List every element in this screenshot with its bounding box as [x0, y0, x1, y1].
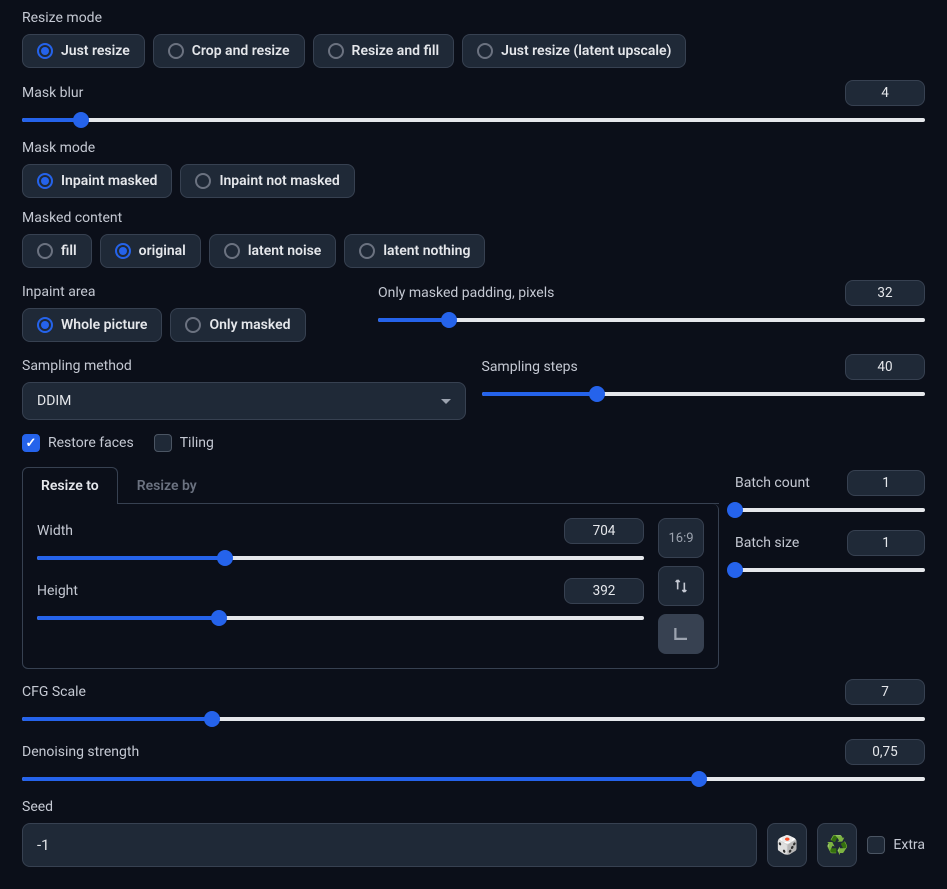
- batch-count-slider[interactable]: [735, 502, 925, 518]
- chevron-down-icon: [441, 399, 451, 404]
- mask-mode-inpaint-not-masked[interactable]: Inpaint not masked: [180, 164, 354, 198]
- masked-content-fill[interactable]: fill: [22, 234, 92, 268]
- radio-label: latent noise: [248, 243, 322, 259]
- resize-mode-latent-upscale[interactable]: Just resize (latent upscale): [462, 34, 686, 68]
- masked-content-latent-noise[interactable]: latent noise: [209, 234, 337, 268]
- radio-icon: [168, 43, 184, 59]
- denoising-label: Denoising strength: [22, 744, 139, 760]
- width-slider[interactable]: [37, 550, 644, 566]
- radio-icon: [115, 243, 131, 259]
- masked-content-label: Masked content: [22, 210, 925, 226]
- checkbox-icon: [154, 434, 172, 452]
- radio-label: latent nothing: [383, 243, 470, 259]
- radio-label: Inpaint not masked: [219, 173, 339, 189]
- inpaint-area-whole-picture[interactable]: Whole picture: [22, 308, 162, 342]
- resize-mode-resize-and-fill[interactable]: Resize and fill: [313, 34, 455, 68]
- aspect-ratio-button[interactable]: 16:9: [658, 518, 704, 558]
- radio-icon: [359, 243, 375, 259]
- random-seed-button[interactable]: 🎲: [767, 823, 807, 867]
- radio-icon: [37, 43, 53, 59]
- checkbox-label: Tiling: [180, 435, 214, 451]
- seed-input[interactable]: -1: [22, 823, 757, 867]
- checkbox-label: Extra: [893, 837, 925, 853]
- resize-mode-label: Resize mode: [22, 10, 925, 26]
- swap-icon: [673, 578, 689, 594]
- restore-faces-checkbox[interactable]: Restore faces: [22, 434, 134, 452]
- radio-icon: [37, 173, 53, 189]
- masked-content-original[interactable]: original: [100, 234, 201, 268]
- height-label: Height: [37, 583, 78, 599]
- batch-count-label: Batch count: [735, 475, 810, 491]
- radio-icon: [37, 317, 53, 333]
- cfg-scale-slider[interactable]: [22, 711, 925, 727]
- sampling-method-value: DDIM: [37, 393, 71, 409]
- height-slider[interactable]: [37, 610, 644, 626]
- radio-icon: [477, 43, 493, 59]
- radio-icon: [195, 173, 211, 189]
- radio-label: Crop and resize: [192, 43, 290, 59]
- height-value[interactable]: 392: [564, 578, 644, 604]
- recycle-icon: ♻️: [826, 835, 848, 856]
- sampling-steps-slider[interactable]: [482, 386, 926, 402]
- seed-label: Seed: [22, 799, 925, 815]
- resize-mode-just-resize[interactable]: Just resize: [22, 34, 145, 68]
- sampling-steps-label: Sampling steps: [482, 359, 578, 375]
- sampling-steps-value[interactable]: 40: [845, 354, 925, 380]
- checkbox-label: Restore faces: [48, 435, 134, 451]
- radio-label: Just resize: [61, 43, 130, 59]
- checkbox-icon: [22, 434, 40, 452]
- radio-label: original: [139, 243, 186, 259]
- inpaint-area-only-masked[interactable]: Only masked: [170, 308, 305, 342]
- sampling-method-label: Sampling method: [22, 358, 466, 374]
- radio-icon: [185, 317, 201, 333]
- masked-content-latent-nothing[interactable]: latent nothing: [344, 234, 485, 268]
- cfg-scale-label: CFG Scale: [22, 684, 86, 700]
- radio-icon: [224, 243, 240, 259]
- radio-icon: [37, 243, 53, 259]
- dice-icon: 🎲: [776, 835, 798, 856]
- inpaint-area-group: Whole picture Only masked: [22, 308, 362, 342]
- mask-blur-label: Mask blur: [22, 85, 83, 101]
- batch-count-value[interactable]: 1: [847, 470, 925, 496]
- mask-blur-value[interactable]: 4: [845, 80, 925, 106]
- resize-tabs: Resize to Resize by: [22, 466, 719, 504]
- sampling-method-select[interactable]: DDIM: [22, 382, 466, 420]
- swap-dimensions-button[interactable]: [658, 566, 704, 606]
- batch-size-label: Batch size: [735, 535, 799, 551]
- radio-label: Just resize (latent upscale): [501, 43, 671, 59]
- tab-resize-by[interactable]: Resize by: [118, 467, 216, 504]
- cfg-scale-value[interactable]: 7: [845, 679, 925, 705]
- radio-label: Resize and fill: [352, 43, 440, 59]
- masked-padding-label: Only masked padding, pixels: [378, 285, 554, 301]
- mask-mode-label: Mask mode: [22, 140, 925, 156]
- denoising-slider[interactable]: [22, 771, 925, 787]
- detect-size-button[interactable]: [658, 614, 704, 654]
- masked-padding-slider[interactable]: [378, 312, 925, 328]
- masked-padding-value[interactable]: 32: [845, 280, 925, 306]
- mask-mode-group: Inpaint masked Inpaint not masked: [22, 164, 925, 198]
- resize-mode-crop-and-resize[interactable]: Crop and resize: [153, 34, 305, 68]
- checkbox-icon: [867, 836, 885, 854]
- tab-resize-to[interactable]: Resize to: [22, 467, 118, 504]
- radio-label: Only masked: [209, 317, 290, 333]
- tiling-checkbox[interactable]: Tiling: [154, 434, 214, 452]
- denoising-value[interactable]: 0,75: [845, 739, 925, 765]
- radio-label: Whole picture: [61, 317, 147, 333]
- extra-checkbox[interactable]: Extra: [867, 836, 925, 854]
- resize-mode-group: Just resize Crop and resize Resize and f…: [22, 34, 925, 68]
- ruler-icon: [672, 625, 690, 643]
- radio-label: fill: [61, 243, 77, 259]
- reuse-seed-button[interactable]: ♻️: [817, 823, 857, 867]
- width-value[interactable]: 704: [564, 518, 644, 544]
- mask-mode-inpaint-masked[interactable]: Inpaint masked: [22, 164, 172, 198]
- batch-size-value[interactable]: 1: [847, 530, 925, 556]
- radio-icon: [328, 43, 344, 59]
- mask-blur-slider[interactable]: [22, 112, 925, 128]
- width-label: Width: [37, 523, 73, 539]
- inpaint-area-label: Inpaint area: [22, 284, 362, 300]
- masked-content-group: fill original latent noise latent nothin…: [22, 234, 925, 268]
- batch-size-slider[interactable]: [735, 562, 925, 578]
- radio-label: Inpaint masked: [61, 173, 157, 189]
